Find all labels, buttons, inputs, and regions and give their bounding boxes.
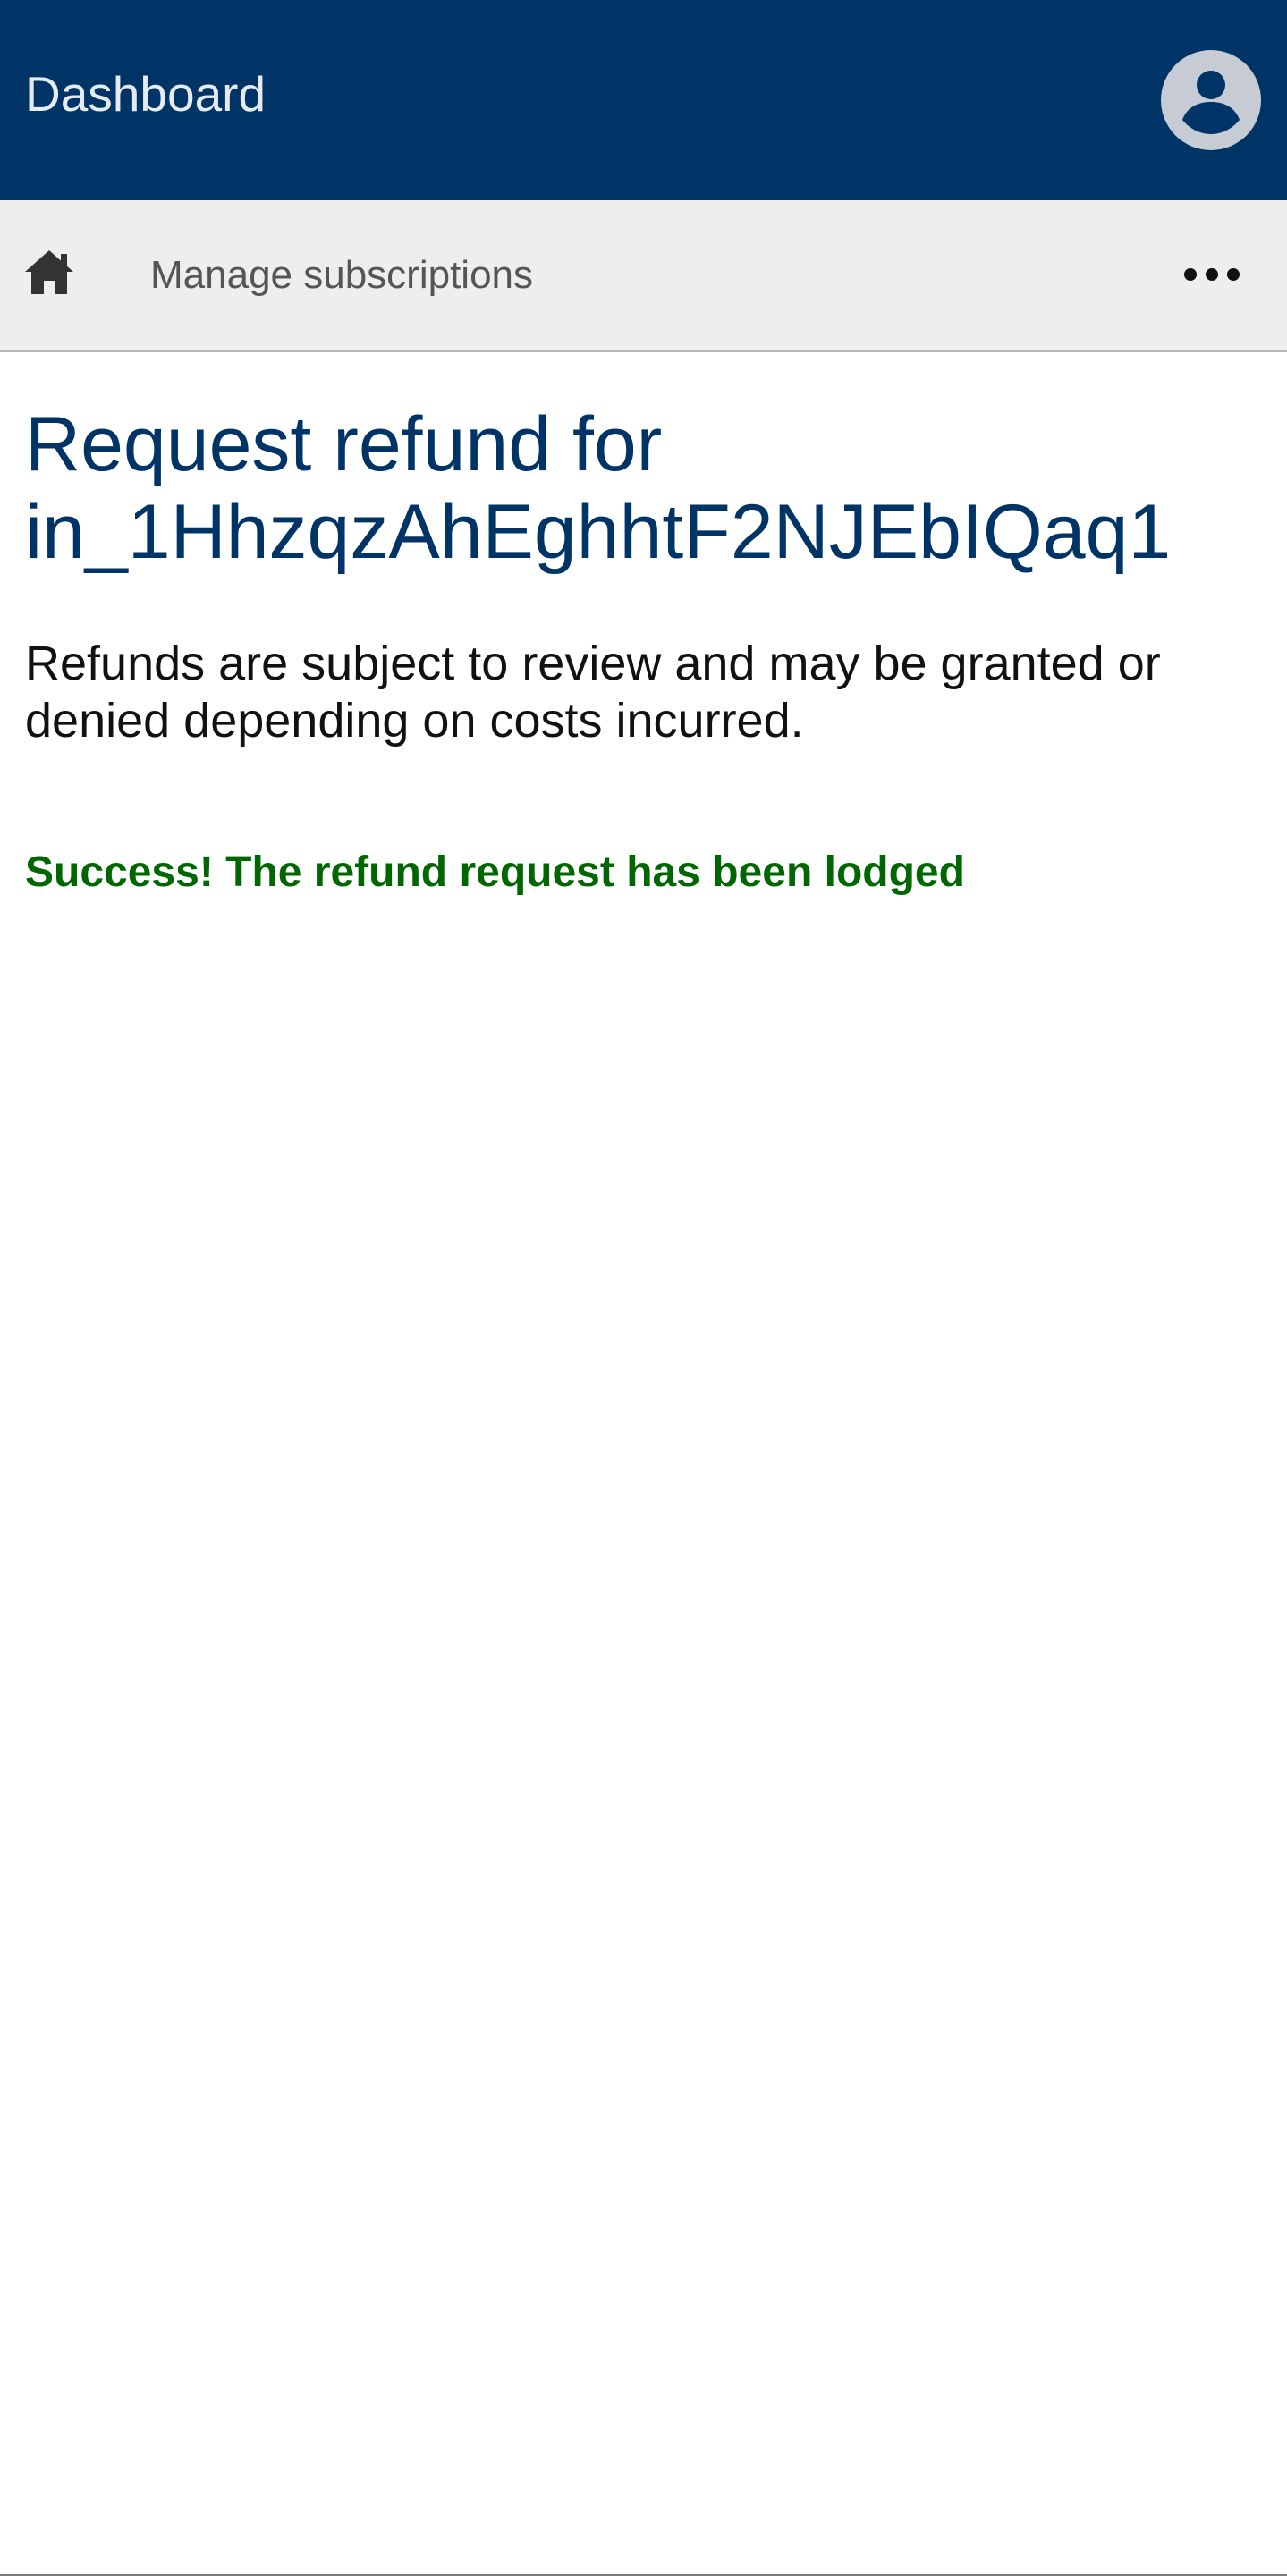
nav-item-manage-subscriptions[interactable]: Manage subscriptions — [150, 250, 533, 300]
main-content: Request refund for in_1HhzqzAhEghhtF2NJE… — [25, 401, 1268, 899]
home-button[interactable] — [21, 245, 77, 300]
more-horizontal-icon — [1184, 268, 1240, 281]
top-bar: Dashboard — [0, 0, 1287, 200]
home-icon — [25, 250, 73, 294]
page: Dashboard Manage subscriptions Request r — [0, 0, 1287, 2576]
more-menu-button[interactable] — [1179, 247, 1245, 302]
invoice-id: in_1HhzqzAhEghhtF2NJEbIQaq1 — [25, 489, 1172, 575]
dashboard-link[interactable]: Dashboard — [25, 64, 266, 123]
page-title-line1: Request refund for — [25, 401, 663, 487]
refund-policy-text: Refunds are subject to review and may be… — [25, 637, 1161, 747]
page-title: Request refund for in_1HhzqzAhEghhtF2NJE… — [25, 401, 1268, 576]
success-message: Success! The refund request has been lod… — [25, 849, 965, 896]
nav-bar: Manage subscriptions — [0, 200, 1287, 352]
user-circle-icon — [1161, 50, 1261, 150]
user-avatar-button[interactable] — [1161, 50, 1261, 150]
